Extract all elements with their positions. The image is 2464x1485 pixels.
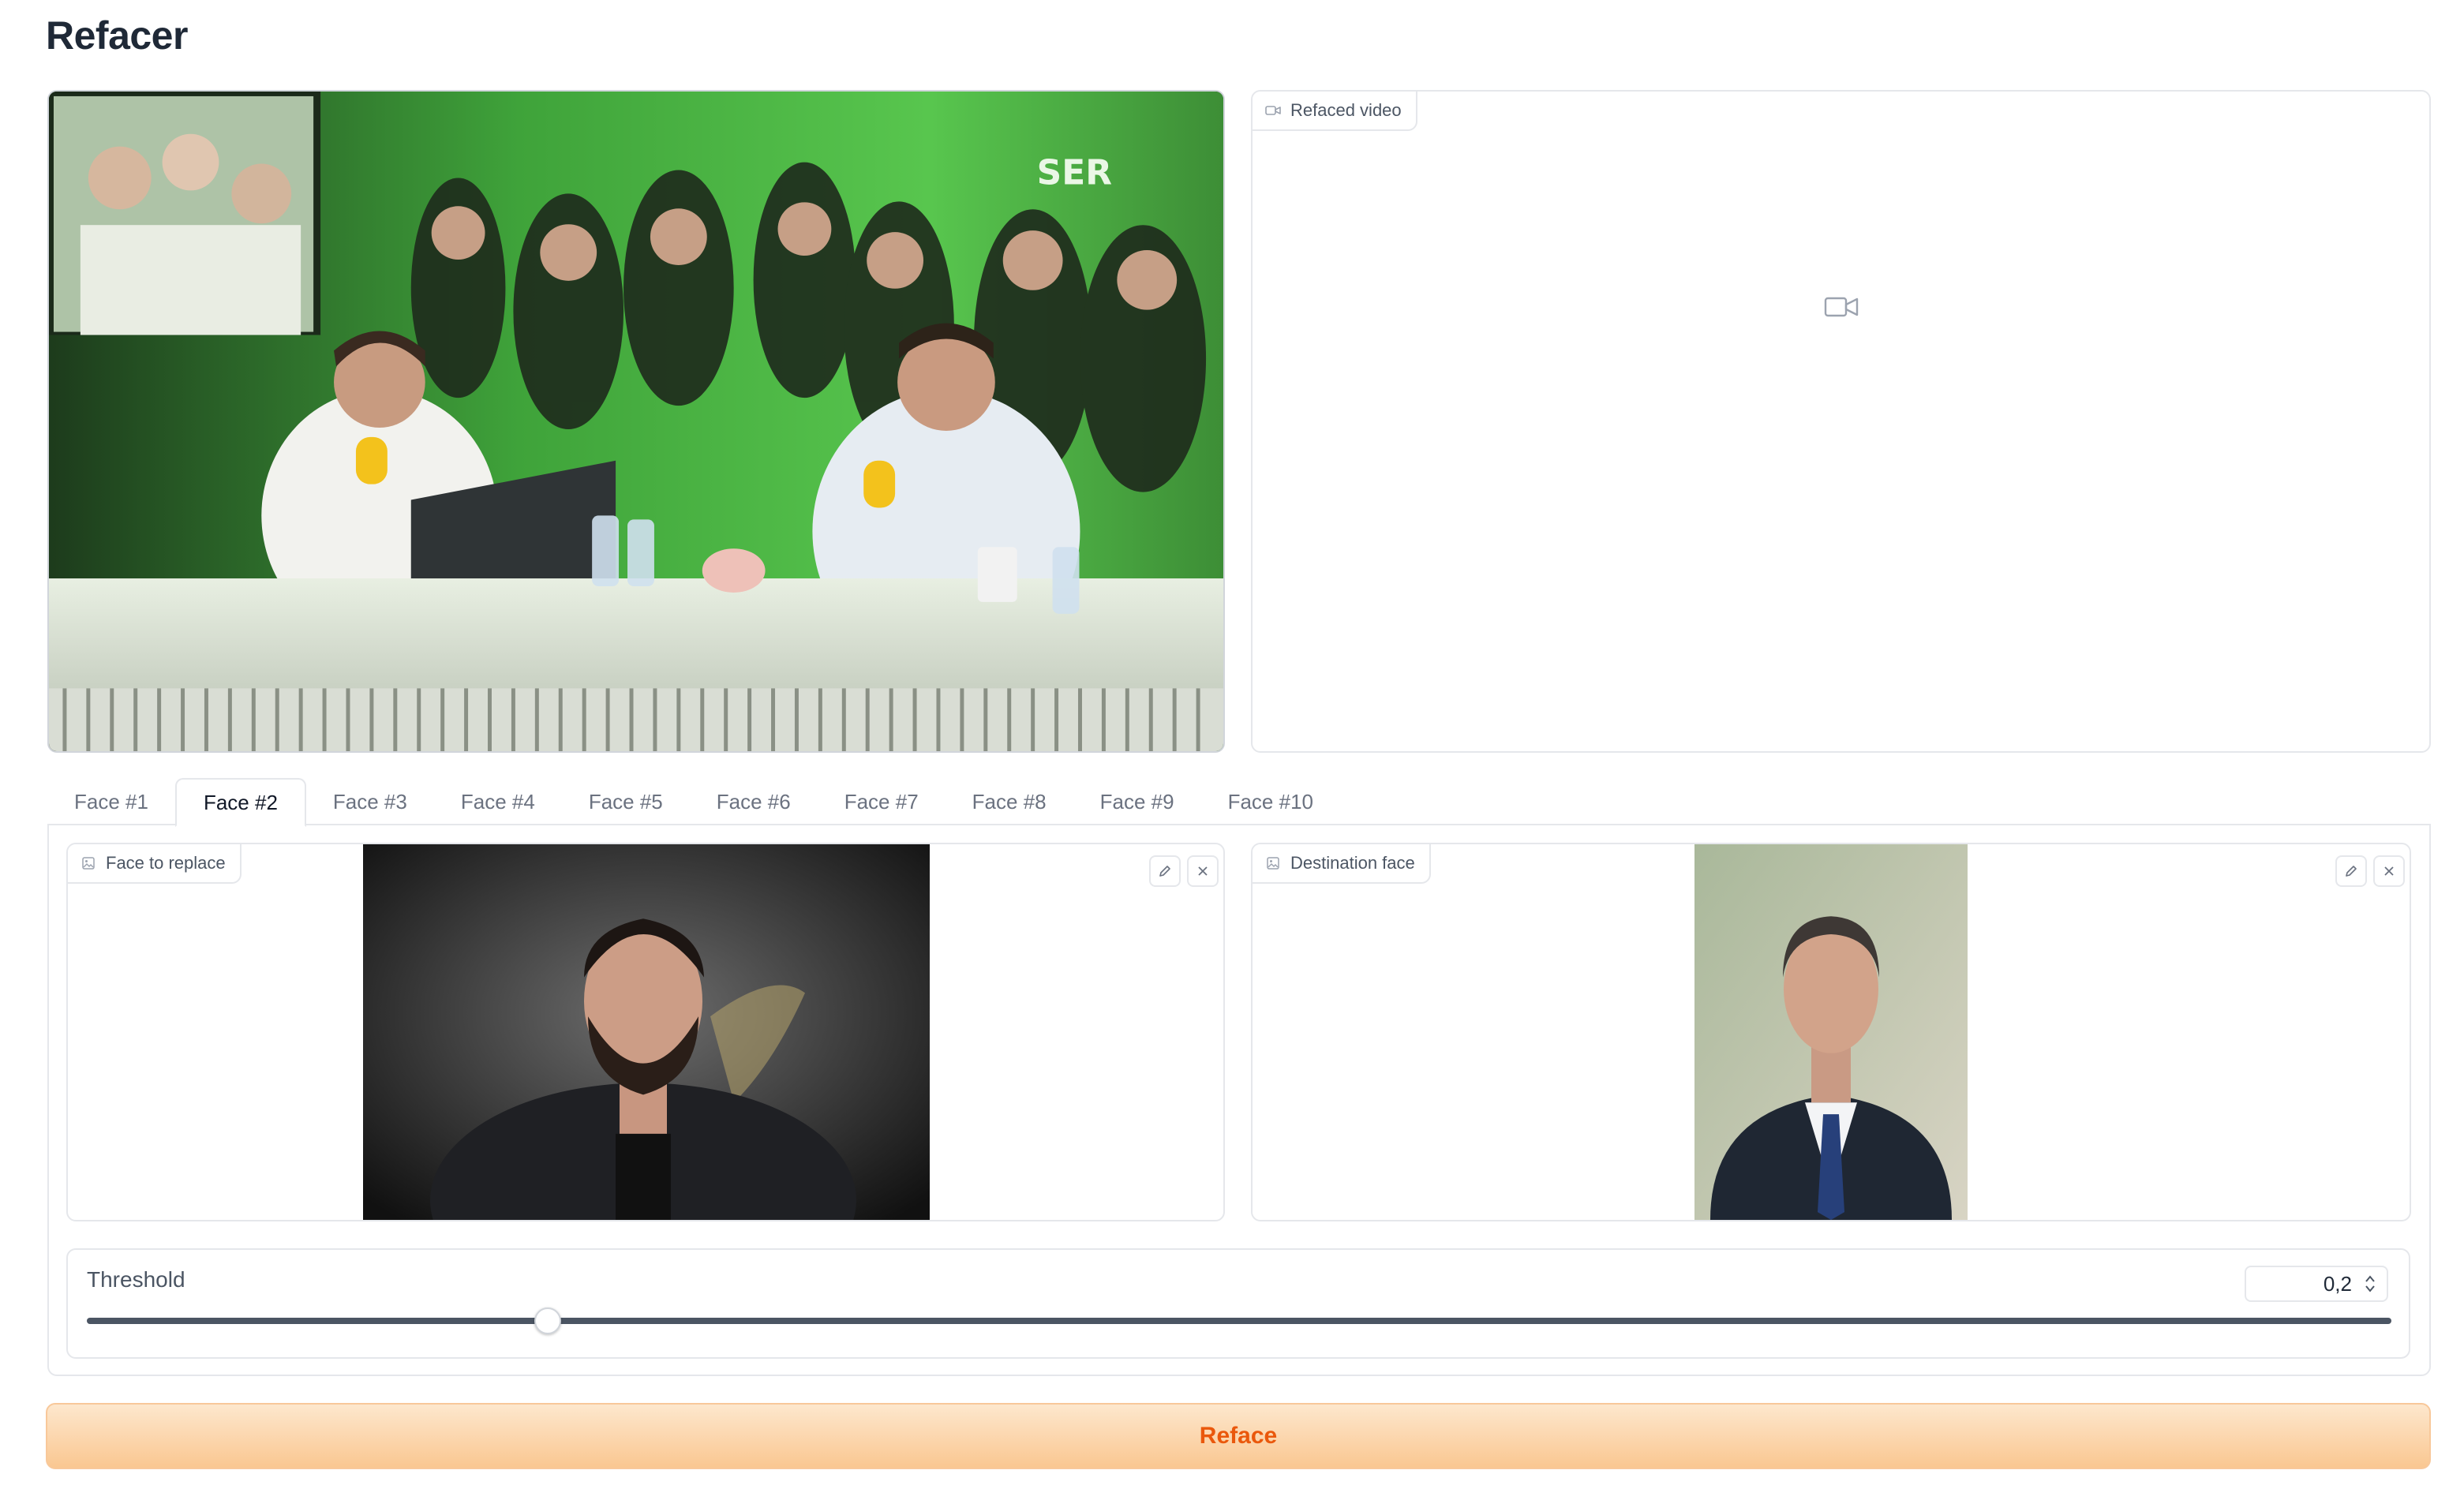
close-icon: [2384, 866, 2394, 876]
tab-face-2[interactable]: Face #2: [174, 778, 306, 827]
spinner-arrows-icon[interactable]: [2363, 1274, 2377, 1294]
threshold-control: Threshold: [66, 1248, 2410, 1359]
edit-button[interactable]: [2335, 855, 2367, 887]
source-face-photo: [363, 844, 930, 1220]
destination-face-label: Destination face: [1253, 844, 1431, 884]
threshold-number-input[interactable]: [2246, 1267, 2357, 1300]
threshold-slider-track[interactable]: [87, 1318, 2391, 1324]
tab-face-1[interactable]: Face #1: [47, 778, 175, 825]
video-camera-icon: [1265, 106, 1281, 115]
face-to-replace-label: Face to replace: [68, 844, 242, 884]
refaced-video-label: Refaced video: [1253, 92, 1417, 131]
face-tabs: Face #1 Face #2 Face #3 Face #4 Face #5 …: [47, 778, 2431, 827]
pencil-icon: [1159, 866, 1170, 877]
image-icon: [82, 857, 95, 870]
clear-button[interactable]: [1187, 855, 1219, 887]
threshold-label: Threshold: [87, 1267, 185, 1292]
input-video-player[interactable]: SER: [47, 90, 1225, 753]
video-frame-image: SER: [49, 92, 1223, 751]
face-to-replace-image[interactable]: Face to replace: [66, 843, 1225, 1221]
destination-face-photo: [1694, 844, 1968, 1220]
pencil-icon: [2346, 866, 2357, 877]
reface-button[interactable]: Reface: [46, 1403, 2431, 1469]
app-title: Refacer: [46, 13, 188, 58]
image-icon: [1267, 857, 1279, 870]
tab-face-10[interactable]: Face #10: [1201, 778, 1340, 825]
tab-face-3[interactable]: Face #3: [306, 778, 434, 825]
face-to-replace-label-text: Face to replace: [106, 853, 226, 873]
video-camera-icon: [1824, 297, 1858, 317]
tab-face-7[interactable]: Face #7: [818, 778, 946, 825]
tab-face-6[interactable]: Face #6: [690, 778, 818, 825]
svg-text:SER: SER: [1037, 152, 1112, 193]
clear-button[interactable]: [2373, 855, 2405, 887]
refaced-video-output[interactable]: Refaced video: [1251, 90, 2431, 753]
threshold-slider-handle[interactable]: [534, 1307, 561, 1334]
destination-face-image[interactable]: Destination face: [1251, 843, 2411, 1221]
threshold-number-box: [2245, 1266, 2388, 1302]
edit-button[interactable]: [1149, 855, 1181, 887]
close-icon: [1198, 866, 1208, 876]
tab-face-4[interactable]: Face #4: [434, 778, 562, 825]
destination-face-label-text: Destination face: [1290, 853, 1415, 873]
tab-face-9[interactable]: Face #9: [1073, 778, 1201, 825]
tab-face-8[interactable]: Face #8: [946, 778, 1073, 825]
tab-face-5[interactable]: Face #5: [562, 778, 690, 825]
refaced-video-label-text: Refaced video: [1290, 100, 1402, 120]
